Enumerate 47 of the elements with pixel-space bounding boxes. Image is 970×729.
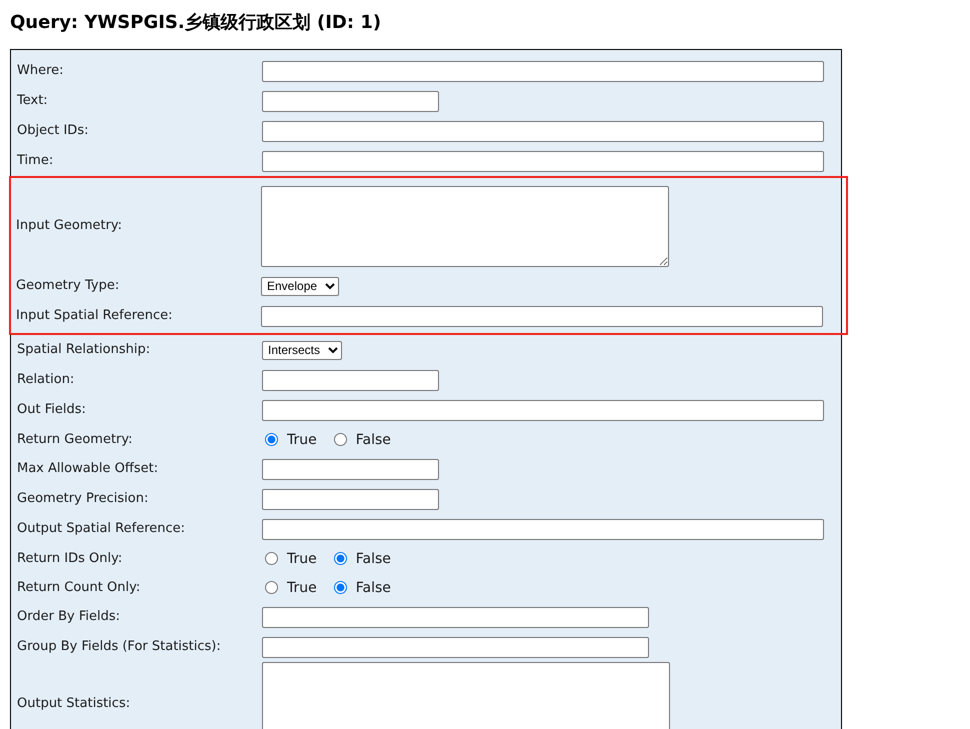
text-field[interactable]	[262, 518, 824, 540]
field-label: Output Statistics:	[17, 696, 132, 712]
radio-button[interactable]	[265, 552, 278, 565]
radio-button[interactable]	[334, 581, 347, 594]
radio-label: False	[356, 580, 391, 596]
text-field[interactable]	[262, 458, 439, 480]
field-label: Input Geometry:	[16, 218, 124, 234]
field-label: Where:	[17, 63, 65, 79]
field-label: Return Geometry:	[17, 432, 134, 448]
field-label: Group By Fields (For Statistics):	[17, 639, 222, 655]
field-label: Return Count Only:	[17, 580, 142, 596]
radio-button[interactable]	[265, 433, 278, 446]
field-label: Text:	[17, 93, 49, 109]
field-label: Geometry Precision:	[17, 491, 150, 507]
radio-label: True	[287, 432, 317, 448]
field-label: Object IDs:	[17, 123, 90, 139]
text-field[interactable]	[262, 120, 824, 142]
radio-label: True	[287, 580, 317, 596]
field-label: Max Allowable Offset:	[17, 461, 160, 477]
text-field[interactable]	[262, 90, 439, 112]
text-field[interactable]	[262, 488, 439, 510]
field-label: Out Fields:	[17, 402, 87, 418]
radio-label: False	[356, 432, 391, 448]
radio-button[interactable]	[334, 552, 347, 565]
field-label: Input Spatial Reference:	[16, 308, 174, 324]
field-label: Time:	[17, 153, 54, 169]
dropdown[interactable]: Intersects	[262, 340, 342, 360]
text-field[interactable]	[262, 400, 824, 420]
text-field[interactable]	[262, 60, 824, 82]
dropdown[interactable]: Envelope	[261, 276, 339, 296]
radio-label: False	[356, 550, 391, 566]
radio-button[interactable]	[334, 433, 347, 446]
text-field[interactable]	[261, 306, 823, 326]
radio-button[interactable]	[265, 581, 278, 594]
field-label: Order By Fields:	[17, 609, 121, 625]
field-label: Return IDs Only:	[17, 550, 124, 566]
page-title: Query: YWSPGIS.乡镇级行政区划 (ID: 1)	[10, 11, 382, 35]
field-label: Relation:	[17, 372, 76, 388]
text-field[interactable]	[262, 150, 824, 172]
radio-label: True	[287, 550, 317, 566]
field-label: Output Spatial Reference:	[17, 521, 186, 537]
field-label: Spatial Relationship:	[17, 342, 152, 358]
text-field[interactable]	[262, 606, 649, 628]
text-area[interactable]	[261, 186, 669, 266]
text-field[interactable]	[262, 636, 649, 658]
field-label: Geometry Type:	[16, 278, 120, 294]
text-field[interactable]	[262, 370, 439, 390]
